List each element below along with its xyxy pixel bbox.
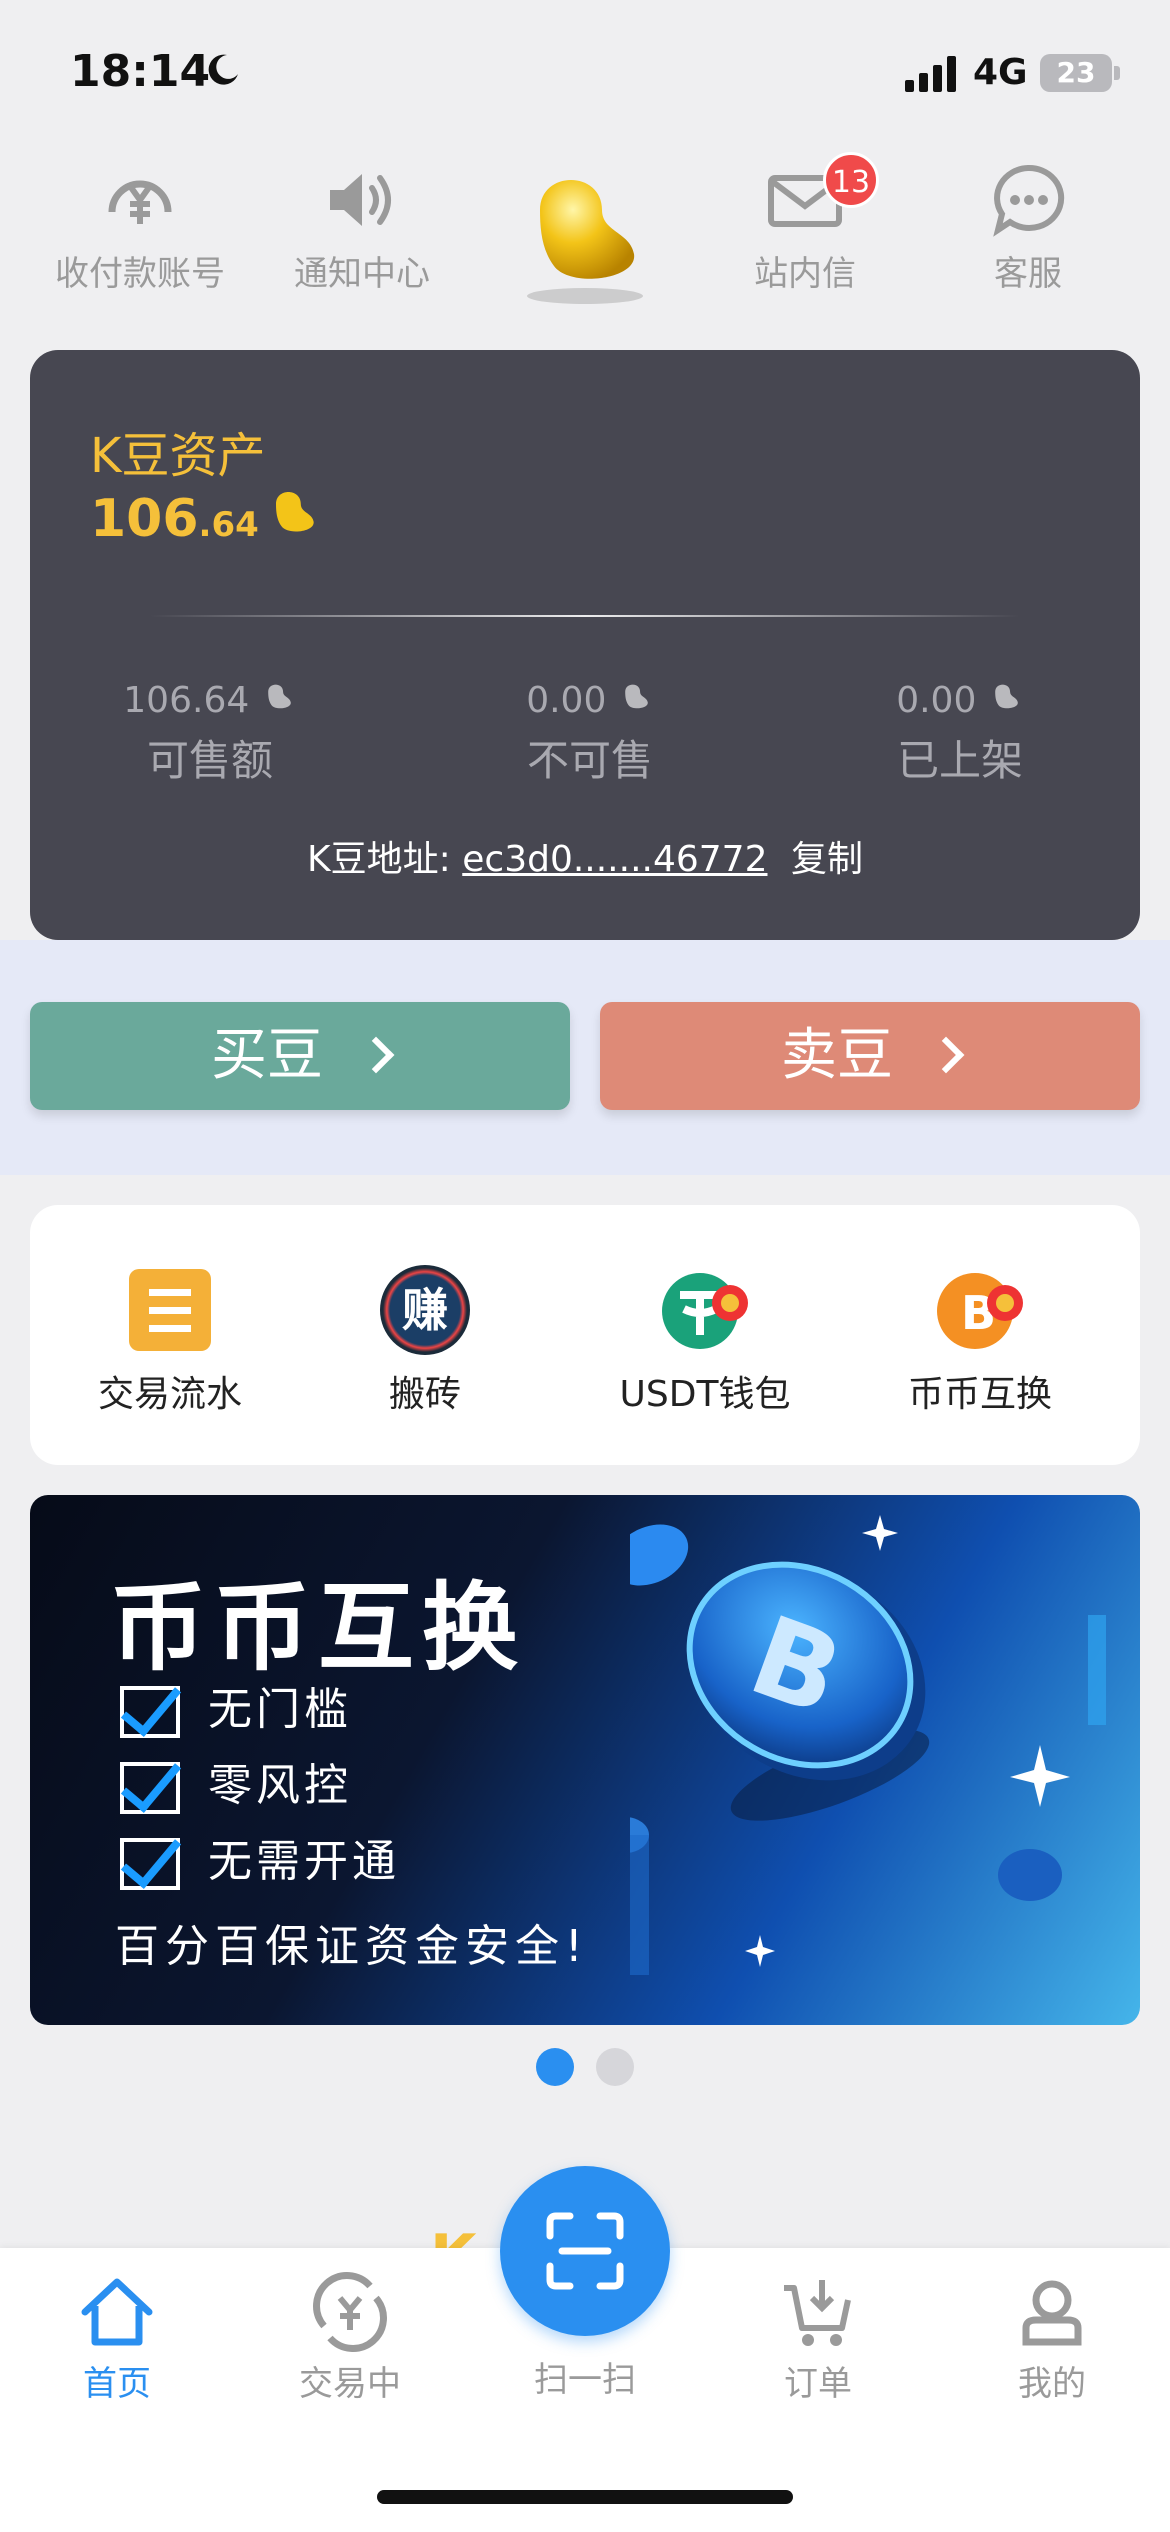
banner-check-item: 无门槛 bbox=[120, 1673, 352, 1738]
address-label: K豆地址: bbox=[307, 839, 451, 880]
stat-label: 不可售 bbox=[526, 736, 653, 785]
buy-label: 买豆 bbox=[211, 1023, 323, 1088]
asset-card: K豆资产 106.64 106.64 可售额 0.00 不可售 0.00 已上架… bbox=[30, 350, 1140, 940]
speaker-icon bbox=[330, 174, 391, 226]
action-band: 买豆 卖豆 bbox=[0, 940, 1170, 1175]
scan-icon bbox=[546, 2212, 624, 2290]
silver-bean-icon bbox=[624, 684, 648, 709]
top-nav: 收付款账号 通知中心 13 站内信 客服 bbox=[0, 152, 1170, 330]
asset-title: K豆资产 bbox=[90, 428, 266, 484]
silver-bean-icon bbox=[994, 684, 1018, 709]
carousel-dot-active[interactable] bbox=[536, 2048, 574, 2086]
asset-total: 106.64 bbox=[90, 488, 324, 549]
tab-label: 首页 bbox=[83, 2364, 151, 2404]
scan-button[interactable] bbox=[500, 2166, 670, 2336]
divider bbox=[150, 615, 1020, 617]
signal-icon bbox=[905, 56, 956, 92]
stat-unsellable: 0.00 不可售 bbox=[490, 680, 690, 788]
trade-icon bbox=[313, 2272, 387, 2352]
shortcut-coin-swap[interactable]: B 币币互换 bbox=[850, 1265, 1110, 1417]
sell-button[interactable]: 卖豆 bbox=[600, 1002, 1140, 1110]
shortcut-usdt-wallet[interactable]: USDT钱包 bbox=[575, 1265, 835, 1417]
checkbox-icon bbox=[120, 1686, 180, 1738]
usdt-icon bbox=[662, 1273, 748, 1349]
status-bar: 18:14 4G 23 bbox=[0, 0, 1170, 140]
nav-notification-center[interactable]: 通知中心 bbox=[262, 160, 462, 295]
bitcoin-coin-illustration: B bbox=[630, 1515, 1106, 1975]
tab-label: 交易中 bbox=[299, 2364, 401, 2404]
nav-inbox[interactable]: 13 站内信 bbox=[705, 152, 905, 295]
shortcut-label: USDT钱包 bbox=[619, 1374, 791, 1415]
shortcut-label: 交易流水 bbox=[97, 1374, 242, 1415]
nav-customer-service[interactable]: 客服 bbox=[928, 160, 1128, 295]
earn-icon-text: 赚 bbox=[402, 1283, 448, 1337]
nav-label: 客服 bbox=[994, 254, 1062, 294]
stat-value: 0.00 bbox=[526, 680, 607, 721]
banner-slogan: 百分百保证资金安全! bbox=[115, 1921, 589, 1972]
nav-payment-accounts[interactable]: 收付款账号 bbox=[40, 160, 240, 295]
stat-label: 可售额 bbox=[146, 736, 273, 785]
home-icon bbox=[81, 2278, 153, 2346]
check-text: 零风控 bbox=[208, 1760, 352, 1811]
stat-value: 0.00 bbox=[896, 680, 977, 721]
tab-profile[interactable]: 我的 bbox=[962, 2272, 1142, 2405]
check-text: 无需开通 bbox=[208, 1836, 400, 1887]
banner-check-item: 无需开通 bbox=[120, 1825, 400, 1890]
buy-button[interactable]: 买豆 bbox=[30, 1002, 570, 1110]
stat-sellable: 106.64 可售额 bbox=[90, 680, 330, 788]
stat-listed: 0.00 已上架 bbox=[860, 680, 1060, 788]
unread-badge: 13 bbox=[823, 152, 879, 208]
tab-label: 扫一扫 bbox=[534, 2360, 636, 2400]
banner-check-item: 零风控 bbox=[120, 1749, 352, 1814]
shortcut-panel: 交易流水 赚 搬砖 USDT钱包 B 币币互换 bbox=[30, 1205, 1140, 1465]
earn-icon: 赚 bbox=[380, 1265, 470, 1355]
golden-bean-icon bbox=[527, 180, 643, 304]
silver-bean-icon bbox=[267, 684, 291, 709]
moon-icon bbox=[208, 54, 238, 85]
tab-label: 订单 bbox=[784, 2364, 852, 2404]
network-type: 4G bbox=[973, 52, 1028, 93]
shortcut-label: 币币互换 bbox=[907, 1374, 1052, 1415]
check-text: 无门槛 bbox=[208, 1684, 352, 1735]
yuan-circle-icon bbox=[108, 180, 172, 224]
nav-label: 收付款账号 bbox=[55, 254, 225, 294]
cart-icon bbox=[784, 2280, 851, 2346]
address-row: K豆地址: ec3d0.......46772 复制 bbox=[30, 830, 1140, 882]
promo-banner[interactable]: 币币互换 无门槛 零风控 无需开通 百分百保证资金安全! B bbox=[30, 1495, 1140, 2025]
stat-value: 106.64 bbox=[123, 680, 250, 721]
ledger-icon bbox=[129, 1269, 211, 1351]
profile-icon bbox=[1022, 2280, 1082, 2346]
copy-button[interactable]: 复制 bbox=[791, 839, 863, 880]
chevron-right-icon bbox=[927, 1036, 965, 1074]
asset-total-dec: .64 bbox=[198, 505, 259, 545]
battery-icon: 23 bbox=[1040, 54, 1112, 92]
golden-bean-icon bbox=[276, 492, 315, 532]
chat-bubble-icon bbox=[993, 164, 1065, 237]
tab-trading[interactable]: 交易中 bbox=[260, 2272, 440, 2405]
carousel-dot[interactable] bbox=[596, 2048, 634, 2086]
tab-label: 我的 bbox=[1018, 2364, 1086, 2404]
tab-home[interactable]: 首页 bbox=[27, 2272, 207, 2405]
nav-label: 通知中心 bbox=[294, 254, 430, 294]
golden-bean-button[interactable] bbox=[485, 170, 685, 310]
chevron-right-icon bbox=[357, 1036, 395, 1074]
stat-label: 已上架 bbox=[896, 736, 1023, 785]
home-indicator bbox=[377, 2490, 793, 2504]
tab-orders[interactable]: 订单 bbox=[728, 2272, 908, 2405]
status-time: 18:14 bbox=[70, 46, 211, 97]
bitcoin-swap-icon: B bbox=[937, 1273, 1023, 1349]
shortcut-label: 搬砖 bbox=[388, 1374, 461, 1415]
address-value[interactable]: ec3d0.......46772 bbox=[462, 839, 767, 880]
shortcut-transactions[interactable]: 交易流水 bbox=[40, 1265, 300, 1417]
banner-title: 币币互换 bbox=[110, 1572, 526, 1684]
nav-label: 站内信 bbox=[754, 254, 856, 294]
shortcut-earn[interactable]: 赚 搬砖 bbox=[295, 1265, 555, 1417]
sell-label: 卖豆 bbox=[781, 1023, 893, 1088]
checkbox-icon bbox=[120, 1838, 180, 1890]
battery-cap bbox=[1114, 66, 1120, 80]
asset-total-int: 106 bbox=[90, 489, 199, 549]
checkbox-icon bbox=[120, 1762, 180, 1814]
